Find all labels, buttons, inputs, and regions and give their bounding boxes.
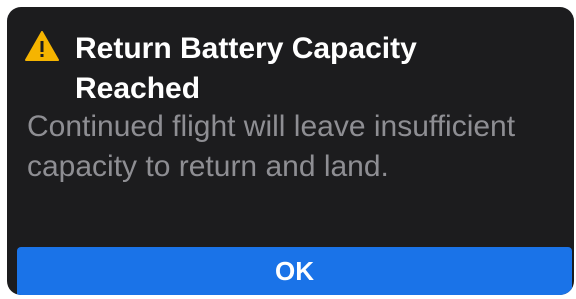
warning-triangle-icon — [25, 31, 59, 61]
ok-button[interactable]: OK — [17, 247, 572, 295]
alert-dialog: Return Battery Capacity Reached Continue… — [7, 7, 574, 295]
dialog-message: Continued flight will leave insufficient… — [27, 110, 516, 183]
dialog-header: Return Battery Capacity Reached — [25, 29, 495, 109]
dialog-title: Return Battery Capacity Reached — [75, 32, 417, 105]
